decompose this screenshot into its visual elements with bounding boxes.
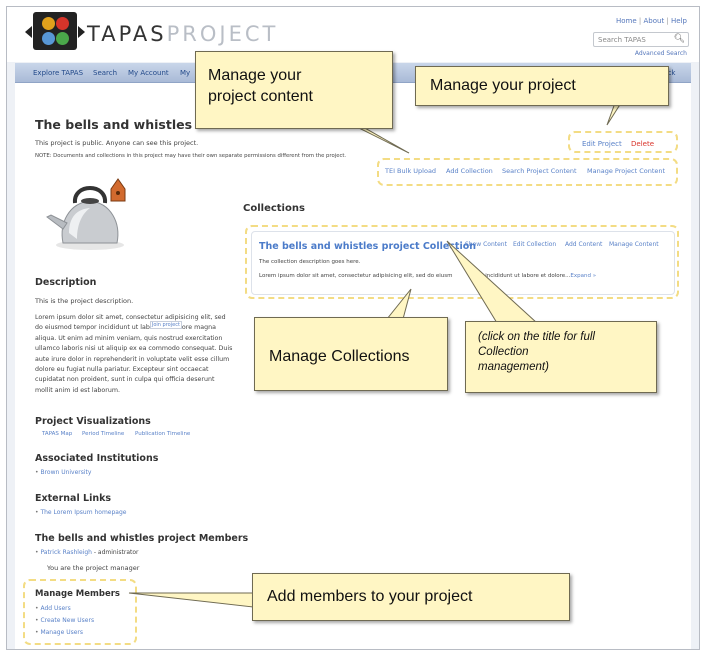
callout-line: Collection bbox=[478, 346, 529, 358]
callout-add-members: Add members to your project bbox=[252, 573, 570, 621]
callout-line: Manage your bbox=[208, 67, 302, 84]
callout-manage-project: Manage your project bbox=[415, 66, 669, 106]
callout-click-title: (click on the title for full Collection … bbox=[465, 321, 657, 393]
callout-line: project content bbox=[208, 88, 313, 105]
callout-manage-collections: Manage Collections bbox=[254, 317, 448, 391]
callout-line: management) bbox=[478, 361, 549, 373]
tapas-page-frame: TAPASPROJECT Home | About | Help Search … bbox=[6, 6, 700, 650]
callout-line: (click on the title for full bbox=[478, 331, 595, 343]
callout-manage-content: Manage your project content bbox=[195, 51, 393, 129]
